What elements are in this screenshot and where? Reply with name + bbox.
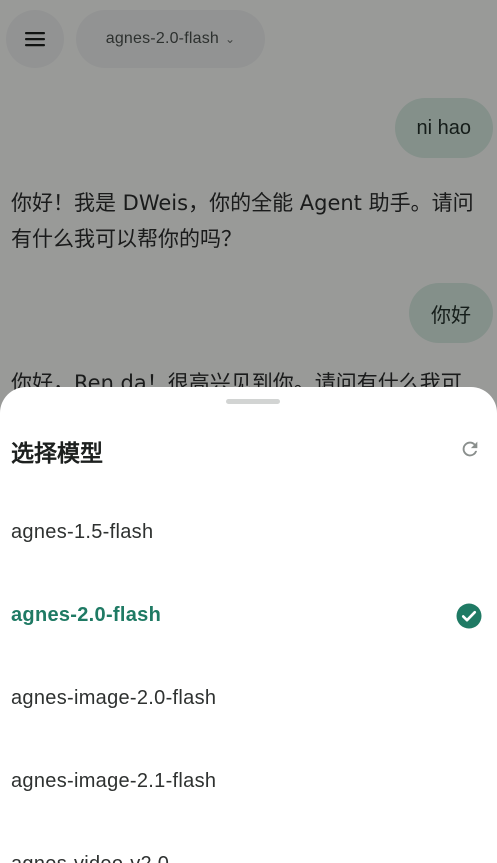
model-option[interactable]: agnes-video-v2.0: [0, 823, 497, 863]
model-list: agnes-1.5-flash agnes-2.0-flash agnes-im…: [0, 491, 497, 863]
check-circle-icon: [456, 603, 482, 628]
refresh-button[interactable]: [457, 436, 483, 462]
model-option-label: agnes-1.5-flash: [11, 521, 154, 543]
model-option[interactable]: agnes-image-2.0-flash: [0, 657, 497, 740]
model-option-selected[interactable]: agnes-2.0-flash: [0, 574, 497, 657]
model-option-label: agnes-image-2.0-flash: [11, 687, 217, 709]
model-option-label: agnes-image-2.1-flash: [11, 770, 217, 792]
refresh-icon: [462, 441, 478, 457]
model-option-label: agnes-video-v2.0: [11, 853, 169, 863]
model-option[interactable]: agnes-image-2.1-flash: [0, 740, 497, 823]
sheet-title: 选择模型: [11, 441, 103, 467]
model-option-label: agnes-2.0-flash: [11, 604, 162, 626]
model-option[interactable]: agnes-1.5-flash: [0, 491, 497, 574]
drag-handle[interactable]: [226, 399, 280, 404]
model-picker-sheet: 选择模型 agnes-1.5-flash agnes-2.0-flash agn…: [0, 387, 497, 863]
